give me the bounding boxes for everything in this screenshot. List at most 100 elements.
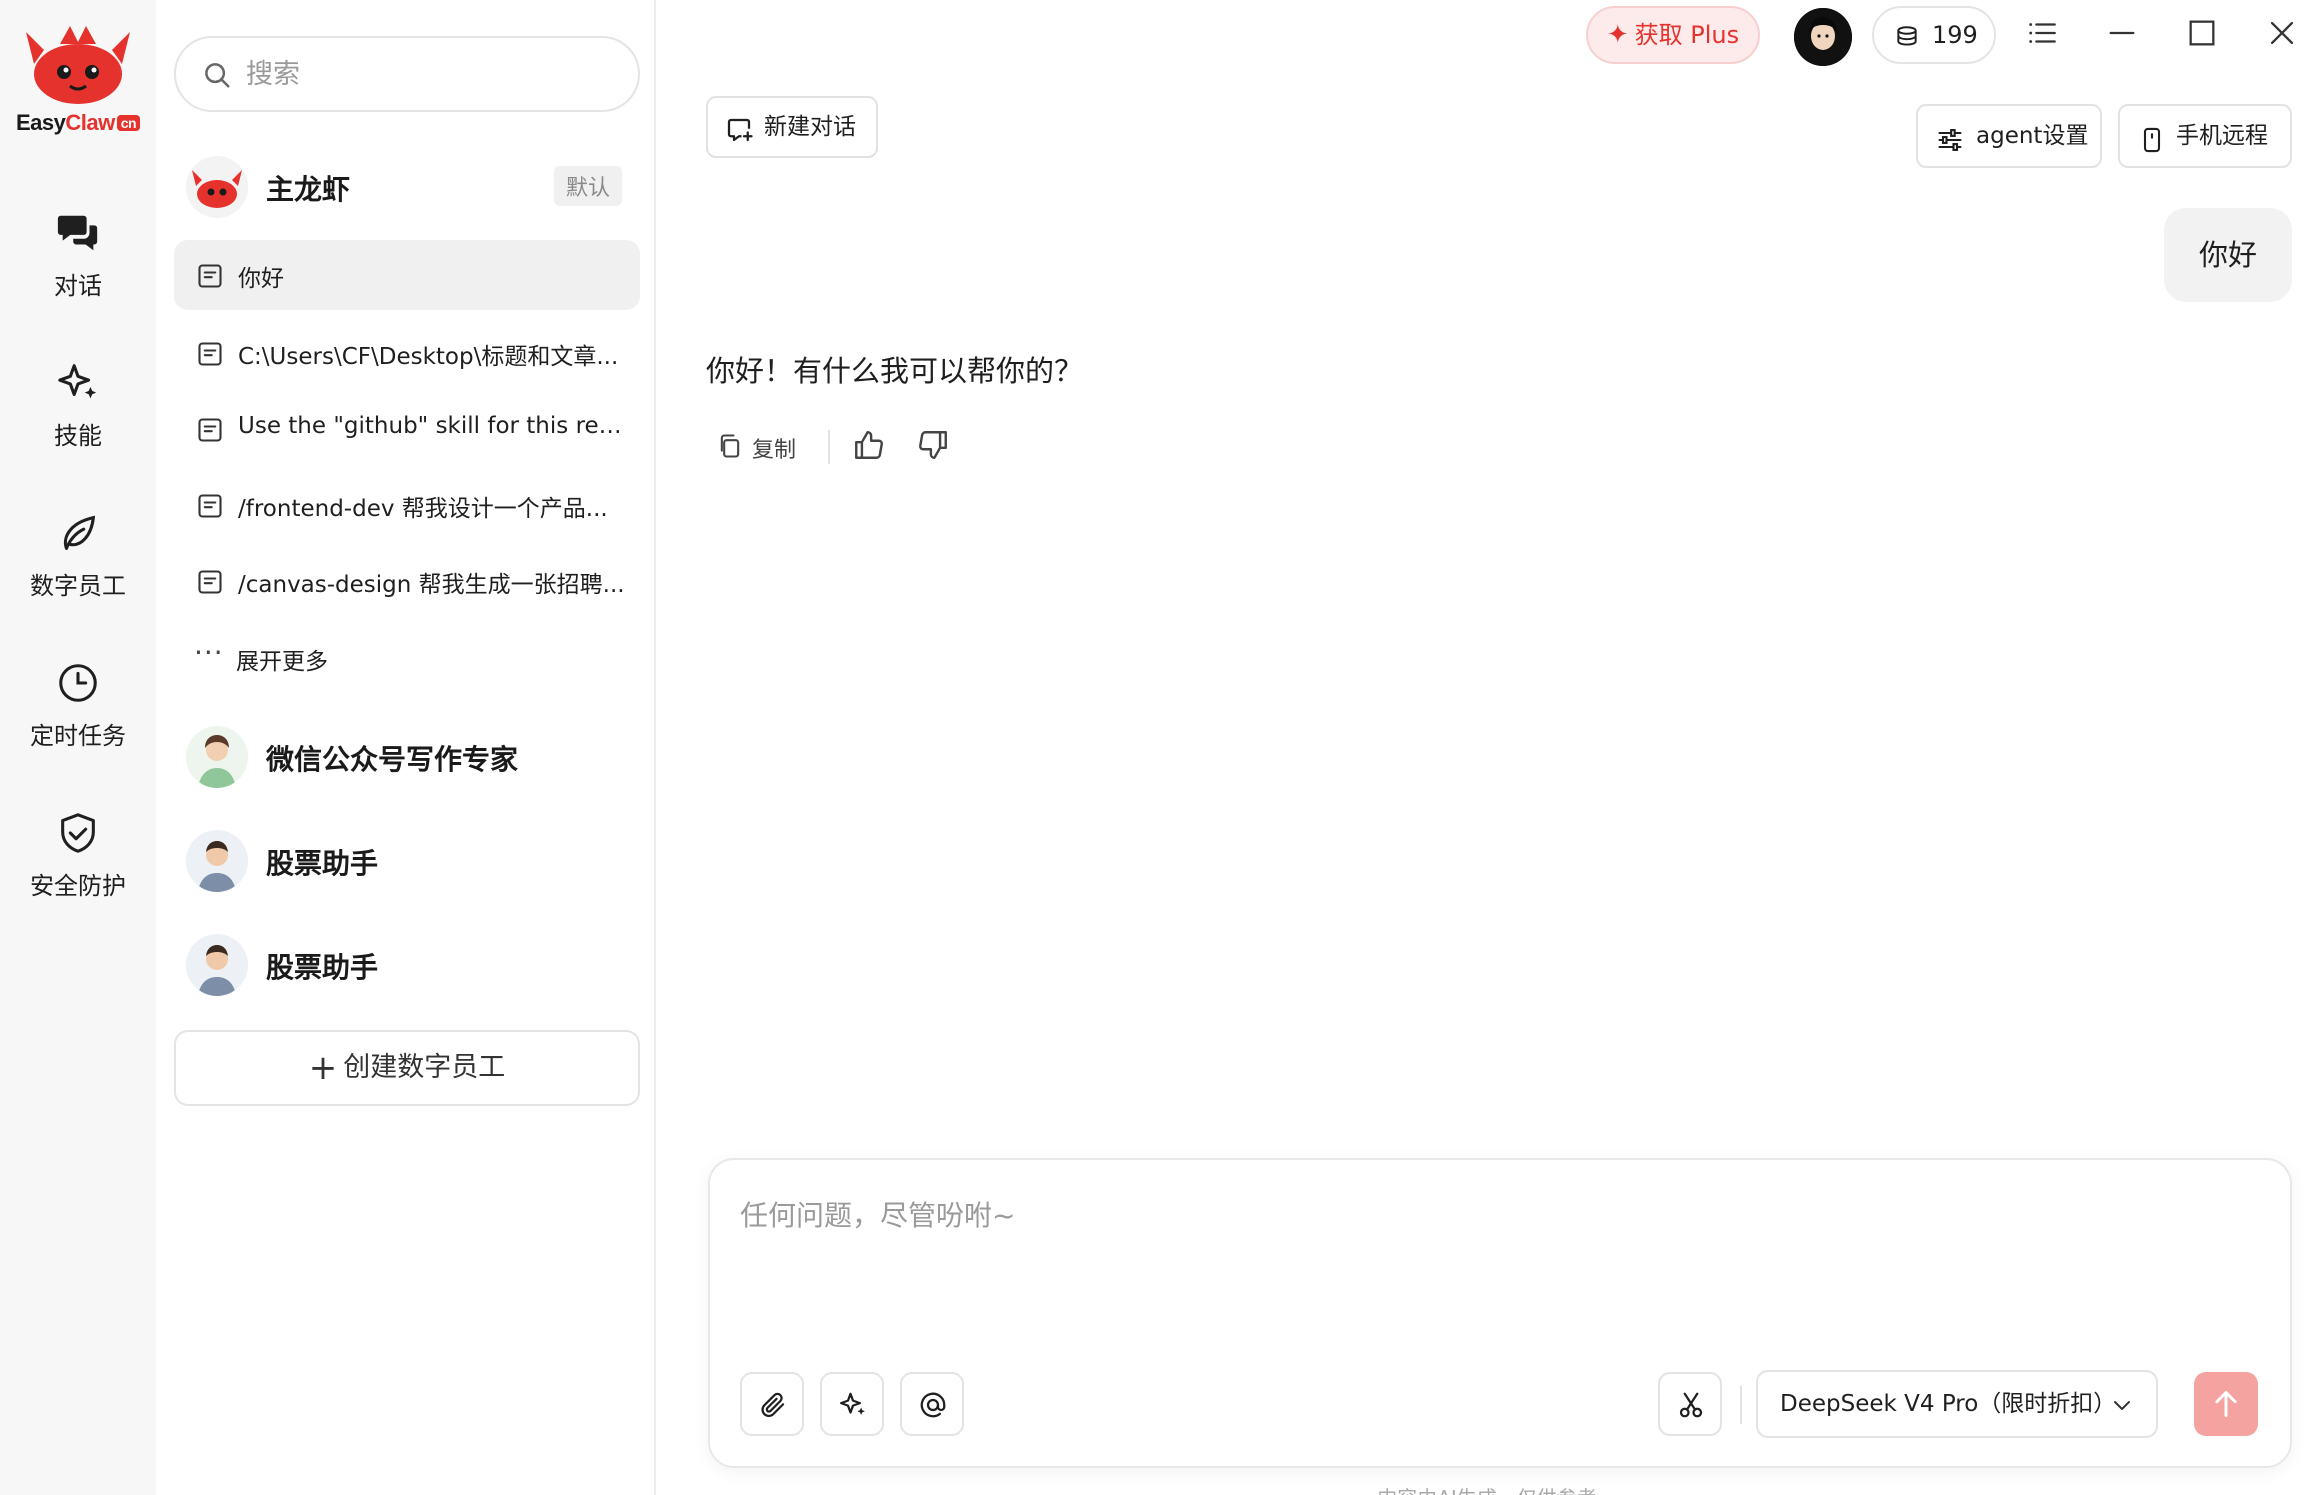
sparkle-icon: [840, 1392, 865, 1415]
agent-name: 主龙虾: [266, 173, 351, 206]
ai-disclaimer: 内容由AI生成，仅供参考: [658, 1482, 2316, 1495]
session-panel: 主龙虾 默认 你好 C:\Users\CF\Desktop\标题和文章... U…: [156, 0, 656, 1495]
close-button[interactable]: [2262, 16, 2302, 56]
thumbs-down-icon: [919, 431, 947, 459]
send-button[interactable]: [2194, 1372, 2258, 1436]
phone-remote-button[interactable]: 手机远程: [2118, 104, 2292, 168]
document-icon: [198, 342, 222, 366]
create-employee-button[interactable]: + 创建数字员工: [174, 1030, 640, 1106]
nav-item-chat[interactable]: 对话: [0, 210, 156, 310]
conversation-item[interactable]: 你好: [174, 240, 640, 310]
app-logo: EasyClaw cn: [6, 24, 150, 144]
menu-button[interactable]: [2022, 16, 2062, 56]
avatar: [186, 934, 248, 996]
agent-name: 股票助手: [266, 951, 379, 984]
shield-check-icon: [61, 813, 95, 853]
document-icon: [198, 418, 222, 442]
sliders-icon: [1938, 129, 1962, 151]
thumbs-up-icon: [855, 431, 883, 459]
new-chat-label: 新建对话: [764, 114, 856, 140]
document-icon: [198, 570, 222, 594]
woman-avatar-icon: [186, 726, 248, 788]
new-chat-icon: [727, 118, 753, 142]
copy-label: 复制: [752, 438, 797, 463]
phone-icon: [2143, 127, 2161, 153]
conversation-item[interactable]: /frontend-dev 帮我设计一个产品...: [174, 470, 640, 540]
document-icon: [198, 494, 222, 518]
agent-item-wechat-writer[interactable]: 微信公众号写作专家: [174, 716, 640, 796]
app-window: EasyClaw cn 对话 技能 数字员工 定时任务 安全防护 搜索 主龙虾 …: [0, 0, 2316, 1495]
user-message: 你好: [2164, 208, 2292, 302]
thumbs-up-button[interactable]: [852, 428, 886, 466]
document-icon: [198, 264, 222, 288]
nav-label: 数字员工: [30, 572, 126, 600]
more-dots-icon: ···: [194, 636, 224, 669]
chevron-down-icon: [2114, 1401, 2130, 1410]
clock-icon: [59, 664, 97, 702]
leaf-icon: [63, 515, 96, 550]
message-input[interactable]: [740, 1194, 2240, 1314]
agent-settings-button[interactable]: agent设置: [1916, 104, 2102, 168]
model-selector[interactable]: DeepSeek V4 Pro（限时折扣）: [1756, 1370, 2158, 1438]
expand-more-button[interactable]: ··· 展开更多: [174, 622, 640, 692]
model-name: DeepSeek V4 Pro（限时折扣）: [1780, 1391, 2117, 1417]
sparkle-star-icon: [58, 364, 97, 399]
get-plus-button[interactable]: ✦ 获取 Plus: [1586, 6, 1760, 64]
conversation-title: C:\Users\CF\Desktop\标题和文章...: [238, 344, 619, 370]
nav-item-security[interactable]: 安全防护: [0, 810, 156, 910]
nav-label: 定时任务: [30, 722, 126, 750]
thumbs-down-button[interactable]: [916, 428, 950, 466]
agent-item-stock-assistant[interactable]: 股票助手: [174, 820, 640, 900]
agent-item-stock-assistant[interactable]: 股票助手: [174, 924, 640, 1004]
agent-item-main[interactable]: 主龙虾 默认: [174, 146, 640, 226]
scissors-icon: [1679, 1392, 1703, 1418]
agent-settings-label: agent设置: [1976, 123, 2089, 149]
search-icon: [205, 63, 230, 88]
avatar: [186, 830, 248, 892]
arrow-up-icon: [2215, 1391, 2237, 1417]
avatar: [186, 726, 248, 788]
new-chat-button[interactable]: 新建对话: [706, 96, 878, 158]
create-employee-label: 创建数字员工: [343, 1052, 506, 1083]
close-icon: [2270, 21, 2294, 45]
conversation-title: /canvas-design 帮我生成一张招聘...: [238, 572, 625, 598]
attach-button[interactable]: [740, 1372, 804, 1436]
expand-more-label: 展开更多: [236, 649, 328, 675]
conversation-item[interactable]: C:\Users\CF\Desktop\标题和文章...: [174, 318, 640, 388]
skill-button[interactable]: [820, 1372, 884, 1436]
nav-label: 对话: [54, 272, 102, 300]
lobster-avatar-icon: [192, 170, 242, 208]
man-avatar-icon: [186, 830, 248, 892]
credits-value: 199: [1932, 21, 1978, 49]
nav-rail: EasyClaw cn 对话 技能 数字员工 定时任务 安全防护: [0, 0, 156, 1495]
chat-bubbles-icon: [57, 215, 98, 251]
copy-icon: [720, 434, 740, 458]
conversation-item[interactable]: Use the "github" skill for this requ...: [174, 394, 640, 464]
avatar: [186, 156, 248, 218]
paperclip-icon: [761, 1392, 785, 1418]
minimize-button[interactable]: [2102, 16, 2142, 56]
mention-button[interactable]: [900, 1372, 964, 1436]
chat-main: ✦ 获取 Plus 199 新建对话 agent设置 手机远程 你好 你好！有什…: [658, 0, 2316, 1495]
nav-item-scheduled-tasks[interactable]: 定时任务: [0, 660, 156, 760]
nav-label: 技能: [54, 422, 102, 450]
conversation-title: /frontend-dev 帮我设计一个产品...: [238, 496, 608, 522]
agent-name: 股票助手: [266, 847, 379, 880]
search-input[interactable]: [246, 52, 616, 96]
user-avatar[interactable]: [1794, 8, 1852, 66]
maximize-icon: [2189, 20, 2215, 46]
nav-item-skills[interactable]: 技能: [0, 360, 156, 460]
conversation-item[interactable]: /canvas-design 帮我生成一张招聘...: [174, 546, 640, 616]
scissors-button[interactable]: [1658, 1372, 1722, 1436]
assistant-message: 你好！有什么我可以帮你的？: [706, 354, 1084, 388]
agent-name: 微信公众号写作专家: [266, 743, 519, 776]
message-composer: DeepSeek V4 Pro（限时折扣）: [708, 1158, 2292, 1468]
credits-button[interactable]: 199: [1872, 6, 1996, 64]
divider: [828, 430, 830, 464]
phone-remote-label: 手机远程: [2176, 123, 2268, 149]
nav-item-digital-employee[interactable]: 数字员工: [0, 510, 156, 610]
logo-wordmark: EasyClaw cn: [6, 110, 150, 136]
maximize-button[interactable]: [2182, 16, 2222, 56]
plus-icon: +: [308, 1048, 338, 1088]
search-box: [174, 36, 640, 112]
